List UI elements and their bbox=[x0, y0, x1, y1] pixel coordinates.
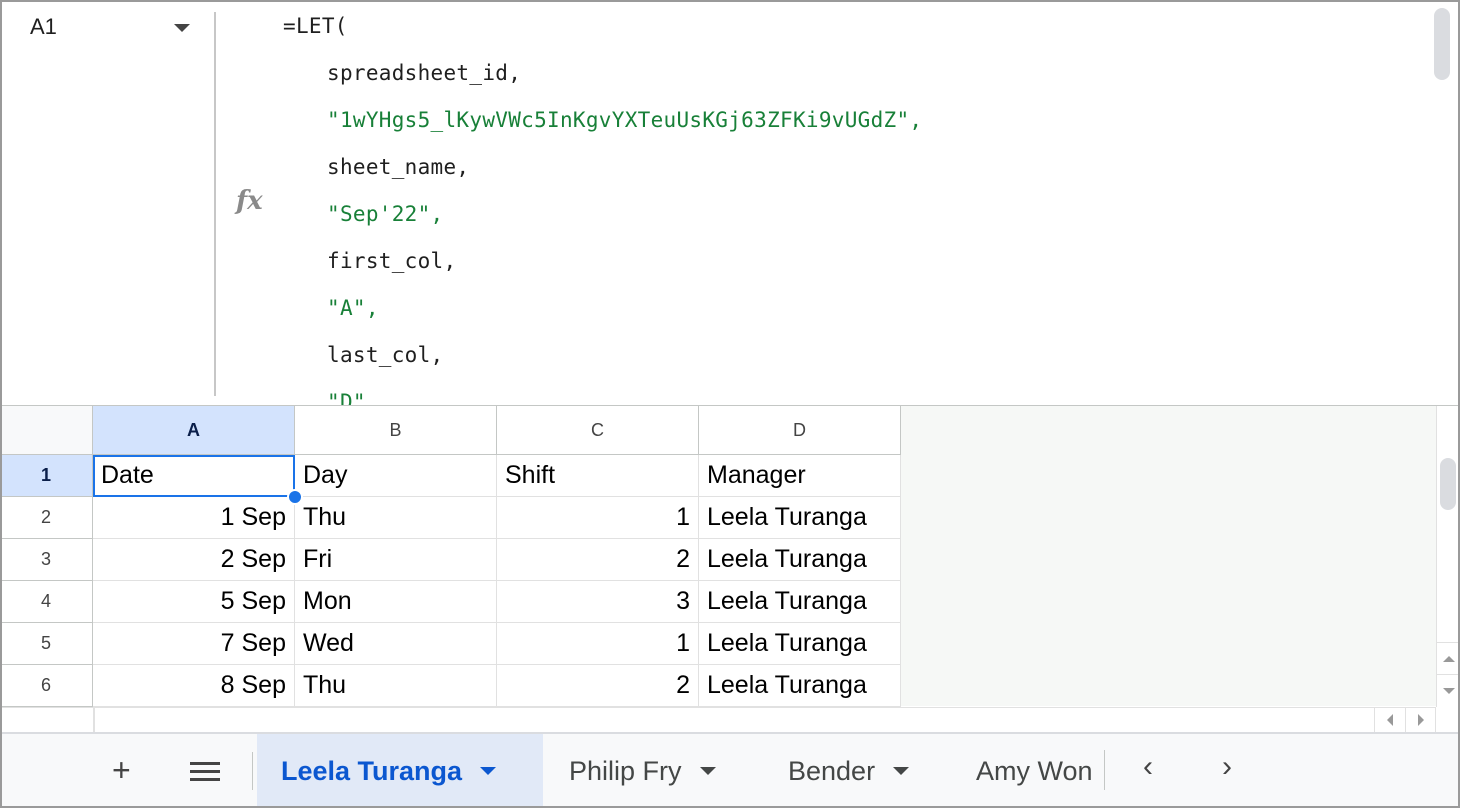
scroll-left-button[interactable] bbox=[1374, 708, 1405, 732]
row-header-5[interactable]: 5 bbox=[0, 623, 93, 665]
cell-a5[interactable]: 7 Sep bbox=[93, 623, 295, 665]
row-header-1[interactable]: 1 bbox=[0, 455, 93, 497]
row-header-6[interactable]: 6 bbox=[0, 665, 93, 707]
formula-line: "D" bbox=[327, 390, 366, 406]
fx-icon: fx bbox=[236, 186, 263, 216]
formula-line: "Sep'22", bbox=[327, 202, 444, 226]
cell-b1[interactable]: Day bbox=[295, 455, 497, 497]
select-all-corner[interactable] bbox=[0, 406, 93, 455]
name-box[interactable]: A1 bbox=[30, 14, 57, 40]
cell-b2[interactable]: Thu bbox=[295, 497, 497, 539]
scroll-right-button[interactable] bbox=[1405, 708, 1436, 732]
sheet-tab-label: Bender bbox=[788, 755, 876, 786]
row-header-4[interactable]: 4 bbox=[0, 581, 93, 623]
cell-c2[interactable]: 1 bbox=[497, 497, 699, 539]
cell-a6[interactable]: 8 Sep bbox=[93, 665, 295, 707]
cell-a3[interactable]: 2 Sep bbox=[93, 539, 295, 581]
empty-grid-area bbox=[901, 406, 1436, 706]
formula-line: sheet_name, bbox=[327, 155, 470, 179]
cell-b6[interactable]: Thu bbox=[295, 665, 497, 707]
cell-d2[interactable]: Leela Turanga bbox=[699, 497, 901, 539]
vertical-scrollbar[interactable] bbox=[1436, 406, 1460, 707]
fill-handle[interactable] bbox=[287, 489, 303, 505]
cell-d6[interactable]: Leela Turanga bbox=[699, 665, 901, 707]
cell-c1[interactable]: Shift bbox=[497, 455, 699, 497]
cell-d4[interactable]: Leela Turanga bbox=[699, 581, 901, 623]
cell-b5[interactable]: Wed bbox=[295, 623, 497, 665]
column-header-b[interactable]: B bbox=[295, 406, 497, 455]
cell-a1[interactable]: Date bbox=[93, 455, 295, 497]
column-header-d[interactable]: D bbox=[699, 406, 901, 455]
row-header-2[interactable]: 2 bbox=[0, 497, 93, 539]
cell-c6[interactable]: 2 bbox=[497, 665, 699, 707]
sheet-tab-label: Leela Turanga bbox=[281, 755, 463, 786]
scroll-thumb[interactable] bbox=[1440, 458, 1456, 510]
scroll-up-button[interactable] bbox=[1437, 642, 1460, 674]
plus-icon[interactable]: + bbox=[112, 752, 131, 789]
formula-line: last_col, bbox=[327, 343, 444, 367]
menu-icon[interactable] bbox=[190, 762, 220, 781]
cell-b3[interactable]: Fri bbox=[295, 539, 497, 581]
chevron-right-icon[interactable]: › bbox=[1222, 750, 1232, 784]
cell-b4[interactable]: Mon bbox=[295, 581, 497, 623]
scroll-down-button[interactable] bbox=[1437, 674, 1460, 706]
formula-line: first_col, bbox=[327, 249, 457, 273]
cell-a2[interactable]: 1 Sep bbox=[93, 497, 295, 539]
formula-line: "A", bbox=[327, 296, 379, 320]
sheet-tab[interactable]: Philip Fry bbox=[543, 734, 716, 808]
formula-bar: A1 fx =LET( spreadsheet_id, "1wYHgs5_lKywV… bbox=[0, 0, 1460, 406]
row-header-3[interactable]: 3 bbox=[0, 539, 93, 581]
chevron-down-icon[interactable] bbox=[174, 24, 190, 32]
horizontal-scrollbar[interactable] bbox=[0, 707, 1436, 732]
divider bbox=[214, 12, 216, 396]
sheet-tab[interactable]: Leela Turanga bbox=[257, 734, 543, 808]
cell-d1[interactable]: Manager bbox=[699, 455, 901, 497]
formula-line: "1wYHgs5_lKywVWc5InKgvYXTeuUsKGj63ZFKi9v… bbox=[327, 108, 923, 132]
sheet-tab-label: Amy Won bbox=[976, 755, 1093, 786]
formula-scrollbar[interactable] bbox=[1434, 8, 1450, 80]
divider bbox=[252, 752, 253, 790]
sheet-tab-label: Philip Fry bbox=[569, 755, 682, 786]
column-header-a[interactable]: A bbox=[93, 406, 295, 455]
cell-d3[interactable]: Leela Turanga bbox=[699, 539, 901, 581]
cell-c5[interactable]: 1 bbox=[497, 623, 699, 665]
chevron-left-icon[interactable]: ‹ bbox=[1143, 750, 1153, 784]
formula-line: spreadsheet_id, bbox=[327, 61, 522, 85]
chevron-down-icon[interactable] bbox=[893, 767, 910, 775]
sheet-tab[interactable]: Bender bbox=[762, 734, 910, 808]
chevron-down-icon[interactable] bbox=[480, 767, 497, 775]
cell-d5[interactable]: Leela Turanga bbox=[699, 623, 901, 665]
cell-c3[interactable]: 2 bbox=[497, 539, 699, 581]
sheet-tab-bar: + Leela Turanga Philip Fry Bender Amy Won ‹… bbox=[0, 732, 1460, 808]
cell-c4[interactable]: 3 bbox=[497, 581, 699, 623]
sheet-tab[interactable]: Amy Won bbox=[950, 734, 1104, 808]
chevron-down-icon[interactable] bbox=[699, 767, 716, 775]
column-header-c[interactable]: C bbox=[497, 406, 699, 455]
formula-line: =LET( bbox=[283, 14, 348, 38]
divider bbox=[1104, 750, 1105, 790]
cell-a4[interactable]: 5 Sep bbox=[93, 581, 295, 623]
